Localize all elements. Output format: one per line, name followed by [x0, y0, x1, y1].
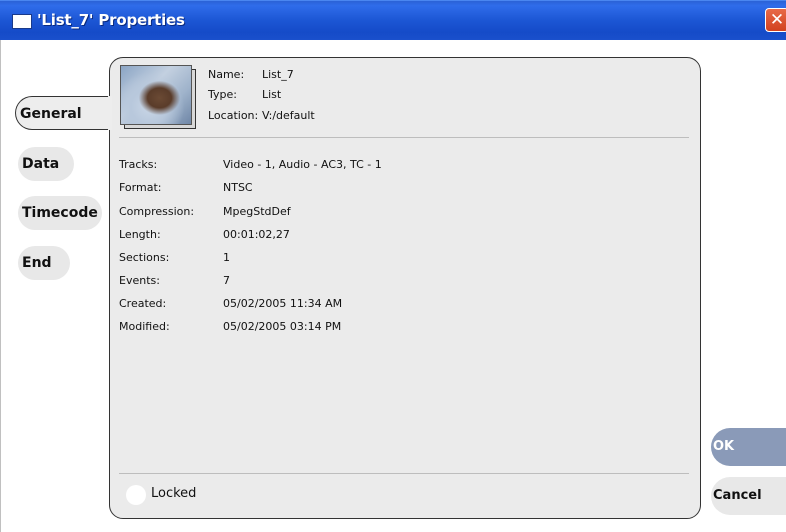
prop-label: Tracks:: [119, 158, 158, 171]
prop-label: Format:: [119, 181, 162, 194]
prop-value: 05/02/2005 03:14 PM: [223, 320, 342, 333]
prop-label: Events:: [119, 274, 160, 287]
close-icon: ✕: [769, 10, 785, 30]
window-title: 'List_7' Properties: [37, 11, 185, 29]
location-value: V:/default: [262, 109, 315, 122]
prop-label: Length:: [119, 228, 161, 241]
window-frame-left: [0, 40, 9, 532]
close-button[interactable]: ✕: [765, 8, 786, 32]
cancel-button[interactable]: Cancel: [711, 477, 786, 515]
prop-value: 7: [223, 274, 230, 287]
prop-value: NTSC: [223, 181, 253, 194]
tab-end[interactable]: End: [18, 246, 70, 280]
tab-data[interactable]: Data: [18, 147, 74, 181]
tab-timecode[interactable]: Timecode: [18, 196, 102, 230]
prop-label: Compression:: [119, 205, 195, 218]
ok-button[interactable]: OK: [711, 428, 786, 466]
divider-bottom: [119, 473, 689, 474]
type-label: Type:: [208, 88, 237, 101]
prop-value: MpegStdDef: [223, 205, 291, 218]
tab-general-label: General: [20, 106, 82, 122]
prop-value: Video - 1, Audio - AC3, TC - 1: [223, 158, 382, 171]
name-label: Name:: [208, 68, 245, 81]
tab-end-label: End: [22, 255, 52, 271]
location-label: Location:: [208, 109, 259, 122]
divider-top: [119, 137, 689, 138]
title-bar: 'List_7' Properties: [0, 0, 786, 40]
tab-timecode-label: Timecode: [22, 205, 98, 221]
clip-thumbnail: [120, 65, 192, 125]
prop-label: Created:: [119, 297, 167, 310]
locked-label: Locked: [151, 486, 197, 501]
tab-general[interactable]: General: [15, 96, 111, 130]
prop-label: Sections:: [119, 251, 170, 264]
window-icon: [12, 14, 32, 29]
prop-value: 1: [223, 251, 230, 264]
name-value: List_7: [262, 68, 294, 81]
type-value: List: [262, 88, 282, 101]
prop-label: Modified:: [119, 320, 170, 333]
prop-value: 05/02/2005 11:34 AM: [223, 297, 343, 310]
tab-data-label: Data: [22, 156, 60, 172]
prop-value: 00:01:02,27: [223, 228, 290, 241]
tab-connector: [108, 96, 112, 130]
properties-panel: [109, 57, 701, 519]
locked-checkbox[interactable]: [126, 485, 146, 505]
